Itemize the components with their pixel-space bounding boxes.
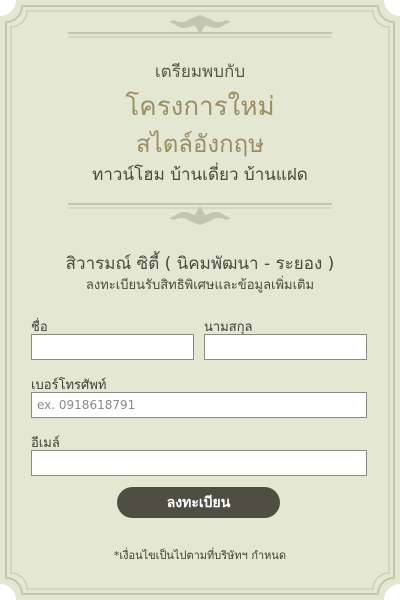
project-name: สิวารมณ์ ซิตี้ ( นิคมพัฒนา - ระยอง ) bbox=[65, 254, 335, 274]
title-english-style: สไตล์อังกฤษ bbox=[135, 130, 265, 158]
register-button[interactable]: ลงทะเบียน bbox=[117, 487, 280, 518]
ornament-bottom-icon bbox=[68, 203, 332, 225]
ornament-top-icon bbox=[68, 15, 332, 38]
registration-card: เตรียมพบกับ โครงการใหม่ สไตล์อังกฤษ ทาวน… bbox=[0, 0, 400, 600]
email-field[interactable] bbox=[31, 450, 367, 476]
title-new-project: โครงการใหม่ bbox=[125, 92, 275, 122]
first-name-field[interactable] bbox=[31, 334, 194, 360]
intro-text: เตรียมพบกับ bbox=[154, 62, 246, 82]
terms-note: *เงื่อนไขเป็นไปตามที่บริษัทฯ กำหนด bbox=[113, 549, 287, 562]
last-name-field[interactable] bbox=[204, 334, 367, 360]
title-house-types: ทาวน์โฮม บ้านเดี่ยว บ้านแฝด bbox=[92, 165, 308, 185]
project-subtitle: ลงทะเบียนรับสิทธิพิเศษและข้อมูลเพิ่มเติม bbox=[85, 278, 315, 293]
phone-field[interactable] bbox=[31, 392, 367, 418]
